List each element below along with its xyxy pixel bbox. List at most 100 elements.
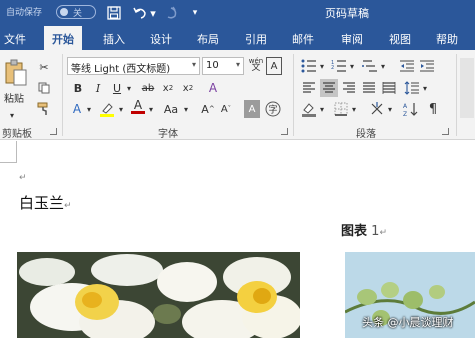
tab-layout[interactable]: 布局 (197, 31, 219, 47)
phonetic-guide-button[interactable]: wén 文 (246, 56, 266, 74)
highlight-icon[interactable] (98, 100, 116, 118)
tab-home[interactable]: 开始 (44, 26, 82, 50)
undo-dropdown-icon[interactable]: ▾ (148, 4, 158, 22)
font-color-icon[interactable]: A (130, 98, 146, 116)
paste-label[interactable]: 粘贴 (4, 88, 24, 106)
document-area[interactable]: ↵ 白玉兰↵ 图表 1↵ 头条 @小晨谈理财 (0, 141, 475, 338)
align-center-icon[interactable] (320, 79, 338, 97)
autosave-state: 关 (73, 9, 83, 19)
multilevel-list-icon[interactable] (361, 57, 379, 75)
font-group-label: 字体 (158, 129, 178, 140)
paragraph-mark: ↵ (64, 201, 72, 211)
tab-references[interactable]: 引用 (245, 31, 267, 47)
italic-button[interactable]: I (91, 79, 105, 97)
increase-indent-icon[interactable] (418, 57, 436, 75)
heading-text: 白玉兰 (19, 194, 65, 212)
paste-icon[interactable] (3, 58, 29, 88)
decrease-indent-icon[interactable] (398, 57, 416, 75)
styles-gallery-partial[interactable] (460, 58, 474, 118)
flower-image[interactable] (17, 252, 300, 338)
document-heading: 白玉兰↵ (19, 192, 72, 213)
paragraph-mark: ↵ (379, 228, 387, 238)
font-size-dropdown-icon: ▾ (235, 60, 240, 69)
clipboard-launcher-icon[interactable] (50, 128, 57, 135)
group-separator (456, 54, 457, 136)
distributed-icon[interactable] (380, 79, 398, 97)
tab-insert[interactable]: 插入 (103, 31, 125, 47)
tab-mailings[interactable]: 邮件 (292, 31, 314, 47)
chinese-layout-dropdown-icon[interactable]: ▾ (386, 100, 394, 118)
shading-dropdown-icon[interactable]: ▾ (318, 100, 326, 118)
line-spacing-icon[interactable] (403, 79, 421, 97)
superscript-button[interactable]: x2 (181, 79, 195, 97)
highlight-dropdown-icon[interactable]: ▾ (117, 100, 125, 118)
save-icon[interactable] (105, 4, 123, 22)
bullets-dropdown-icon[interactable]: ▾ (318, 57, 326, 75)
sort-icon[interactable]: AZ (402, 100, 420, 118)
tab-design[interactable]: 设计 (150, 31, 172, 47)
customize-toolbar-icon[interactable]: ▾ (190, 4, 200, 22)
grow-font-button[interactable]: A ^ (200, 100, 216, 118)
borders-icon[interactable] (332, 100, 350, 118)
toggle-knob (60, 8, 68, 16)
caption-label: 图表 (341, 224, 368, 239)
character-shading-button[interactable]: A (244, 100, 260, 118)
change-case-dropdown-icon[interactable]: ▾ (182, 100, 190, 118)
redo-icon[interactable] (162, 4, 180, 22)
autosave-toggle[interactable]: 关 (56, 5, 96, 19)
cut-icon[interactable]: ✂ (36, 58, 52, 76)
shrink-font-button[interactable]: Aˇ (218, 100, 234, 118)
align-left-icon[interactable] (300, 79, 318, 97)
justify-icon[interactable] (360, 79, 378, 97)
clipboard-group-label: 剪贴板 (2, 129, 32, 140)
tab-view[interactable]: 视图 (389, 31, 411, 47)
borders-dropdown-icon[interactable]: ▾ (350, 100, 358, 118)
figure-caption: 图表 1↵ (341, 220, 387, 239)
autosave-label: 自动保存 (6, 8, 43, 18)
paste-dropdown-icon[interactable]: ▾ (10, 106, 14, 124)
align-right-icon[interactable] (340, 79, 358, 97)
ribbon: 粘贴 ▾ ✂ 剪贴板 等线 Light (西文标题) ▾ 10 ▾ wén 文 … (0, 50, 475, 140)
paragraph-mark: ↵ (19, 173, 27, 183)
watermark-text: 头条 @小晨谈理财 (362, 316, 454, 329)
font-color-letter: A (133, 98, 143, 112)
change-case-button[interactable]: Aa (160, 100, 182, 118)
line-spacing-dropdown-icon[interactable]: ▾ (421, 79, 429, 97)
strikethrough-button[interactable]: ab (139, 79, 157, 97)
clear-formatting-icon[interactable]: A (205, 79, 221, 97)
font-color-swatch (131, 111, 145, 114)
ribbon-tabs: 文件 开始 插入 设计 布局 引用 邮件 审阅 视图 帮助 (0, 26, 475, 50)
group-separator (293, 54, 294, 136)
font-name-value: 等线 Light (西文标题) (71, 64, 171, 75)
tab-help[interactable]: 帮助 (436, 31, 458, 47)
text-effects-icon[interactable]: A (70, 100, 84, 118)
numbering-icon[interactable]: 12 (330, 57, 348, 75)
paragraph-launcher-icon[interactable] (442, 128, 449, 135)
multilevel-dropdown-icon[interactable]: ▾ (379, 57, 387, 75)
undo-icon[interactable] (131, 4, 149, 22)
enclose-characters-icon[interactable]: 字 (264, 100, 282, 118)
chinese-layout-icon[interactable] (368, 100, 386, 118)
shading-icon[interactable] (300, 100, 318, 118)
copy-icon[interactable] (36, 79, 52, 97)
title-bar: 自动保存 关 ▾ ▾ 页码草稿 (0, 0, 475, 26)
font-size-combo[interactable]: 10 ▾ (202, 57, 244, 75)
tab-file[interactable]: 文件 (4, 31, 26, 47)
font-name-combo[interactable]: 等线 Light (西文标题) ▾ (67, 57, 200, 75)
bullets-icon[interactable] (300, 57, 318, 75)
svg-text:字: 字 (268, 104, 277, 116)
font-launcher-icon[interactable] (281, 128, 288, 135)
format-painter-icon[interactable] (36, 100, 52, 118)
numbering-dropdown-icon[interactable]: ▾ (348, 57, 356, 75)
svg-text:Z: Z (403, 111, 407, 117)
subscript-button[interactable]: x2 (161, 79, 175, 97)
bold-button[interactable]: B (71, 79, 85, 97)
underline-dropdown-icon[interactable]: ▾ (125, 79, 133, 97)
phonetic-guide-glyph: 文 (251, 63, 261, 73)
show-formatting-marks-icon[interactable]: ¶ (424, 100, 442, 118)
character-border-button[interactable]: A (266, 57, 282, 75)
text-effects-dropdown-icon[interactable]: ▾ (85, 100, 93, 118)
font-color-dropdown-icon[interactable]: ▾ (147, 100, 155, 118)
underline-button[interactable]: U (110, 79, 124, 97)
tab-review[interactable]: 审阅 (341, 31, 363, 47)
